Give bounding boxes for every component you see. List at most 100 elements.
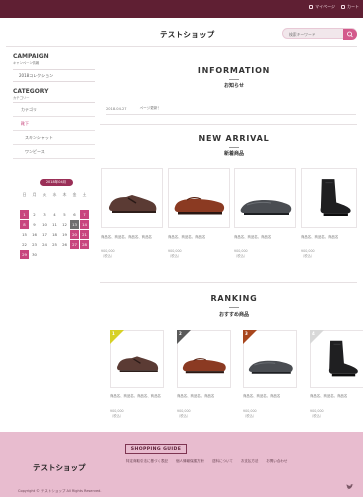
product-image[interactable]: [168, 168, 230, 228]
calendar-day: 3: [43, 212, 46, 217]
calendar-day: 13: [70, 220, 79, 229]
title-dash: [229, 307, 239, 308]
news-item[interactable]: 2018.04.27 ページ更新！: [106, 103, 356, 115]
cart-link[interactable]: カート: [341, 4, 359, 10]
calendar-day: 25: [52, 242, 57, 247]
new-arrival-subtitle: 新着商品: [223, 151, 244, 157]
header: テストショップ: [0, 18, 363, 46]
news-text[interactable]: ページ更新！: [140, 106, 162, 111]
rank-number: 1: [112, 331, 115, 336]
product-name[interactable]: 商品名、商品名、商品名: [301, 235, 363, 240]
calendar-day: 1: [20, 210, 29, 219]
campaign-item-label: 2018コレクション: [19, 72, 54, 78]
product-image[interactable]: [101, 168, 163, 228]
footer-link[interactable]: 個人情報保護方針: [176, 459, 204, 464]
calendar-day: 15: [22, 232, 27, 237]
calendar-day: 28: [80, 240, 89, 249]
calendar-title: 2018年04月: [39, 179, 73, 186]
footer-links: 特定商取引法に基づく表記 個人情報保護方針 送料について お支払方法 お問い合わ…: [126, 459, 287, 464]
product-image[interactable]: [234, 168, 296, 228]
product-price: ¥00,000（税込）: [234, 249, 248, 258]
category-item[interactable]: カテゴリ: [13, 103, 95, 117]
calendar-day: 9: [33, 222, 36, 227]
footer-link[interactable]: 送料について: [212, 459, 233, 464]
product-price: ¥00,000（税込）: [110, 409, 124, 418]
campaign-subtitle: キャンペーン情報: [13, 61, 40, 65]
product-price: ¥00,000（税込）: [301, 249, 315, 258]
calendar-day: 27: [70, 240, 79, 249]
calendar-day: [80, 250, 89, 259]
account-links: マイページ カート: [309, 4, 359, 10]
ranking-subtitle: おすすめ商品: [218, 312, 249, 318]
calendar-day: 29: [20, 250, 29, 259]
calendar-grid: 日 月 火 水 木 金 土 1 2 3 4 5 6 7 8 9 10 11 12 13 14 15 16 17 1…: [20, 190, 92, 259]
twitter-icon[interactable]: [346, 484, 354, 490]
section-divider: [100, 124, 357, 125]
calendar-day: [40, 200, 49, 209]
calendar-day: 21: [80, 230, 89, 239]
title-dash: [229, 79, 239, 80]
calendar-day: [70, 200, 79, 209]
product-name[interactable]: 商品名、商品名、商品名: [310, 394, 363, 399]
category-item[interactable]: スキンシャット: [13, 131, 95, 145]
mypage-link[interactable]: マイページ: [309, 4, 335, 10]
weekday: 土: [82, 192, 87, 197]
category-list: カテゴリ 靴下 スキンシャット ワンピース: [13, 102, 95, 159]
weekday: 木: [62, 192, 67, 197]
weekday: 日: [22, 192, 27, 197]
product-name[interactable]: 商品名、商品名、商品名、商品名: [101, 235, 167, 240]
new-arrival-title: NEW ARRIVAL: [198, 134, 270, 143]
top-bar: マイページ カート: [0, 0, 363, 18]
search-input[interactable]: [289, 31, 341, 38]
product-price: ¥00,000（税込）: [101, 249, 115, 258]
calendar-day: [70, 250, 79, 259]
calendar-day: [40, 250, 49, 259]
rank-badge: 1: [110, 330, 130, 350]
weekday: 金: [72, 192, 77, 197]
calendar-day: [30, 200, 39, 209]
footer-link[interactable]: 特定商取引法に基づく表記: [126, 459, 168, 464]
rank-number: 2: [179, 331, 182, 336]
product-image[interactable]: [301, 168, 357, 228]
weekday: 水: [52, 192, 57, 197]
calendar-day: 6: [73, 212, 76, 217]
product-price: ¥00,000（税込）: [243, 409, 257, 418]
product-price: ¥00,000（税込）: [310, 409, 324, 418]
user-icon: [309, 5, 314, 9]
product-name[interactable]: 商品名、商品名、商品名: [234, 235, 300, 240]
calendar-day: 5: [63, 212, 66, 217]
section-divider: [100, 282, 357, 283]
footer-shop-logo[interactable]: テストショップ: [33, 462, 86, 473]
calendar-day: 12: [62, 222, 67, 227]
rank-number: 4: [312, 331, 315, 336]
calendar-day: 26: [62, 242, 67, 247]
shop-logo[interactable]: テストショップ: [160, 29, 215, 40]
calendar-day: 20: [70, 230, 79, 239]
calendar-day: 23: [32, 242, 37, 247]
category-item[interactable]: ワンピース: [13, 145, 95, 159]
search-icon: [347, 31, 353, 37]
sidebar: CAMPAIGN キャンペーン情報 2018コレクション CATEGORY カテ…: [13, 53, 95, 159]
ranking-title: RANKING: [210, 294, 258, 303]
product-name[interactable]: 商品名、商品名、商品名: [243, 394, 309, 399]
category-item[interactable]: 靴下: [13, 117, 95, 131]
calendar-day: [50, 200, 59, 209]
footer-link[interactable]: お問い合わせ: [266, 459, 287, 464]
header-divider: [6, 46, 357, 47]
calendar-day: 7: [80, 210, 89, 219]
calendar-day: 14: [80, 220, 89, 229]
weekday: 火: [42, 192, 47, 197]
calendar-day: [20, 200, 29, 209]
calendar-day: [60, 250, 69, 259]
category-subtitle: カテゴリー: [13, 96, 30, 100]
footer-link[interactable]: お支払方法: [241, 459, 259, 464]
copyright: Copyright © テストショップ All Rights Reserved.: [18, 489, 102, 493]
product-name[interactable]: 商品名、商品名、商品名: [168, 235, 234, 240]
campaign-item[interactable]: 2018コレクション: [13, 69, 95, 82]
shopping-guide-title: SHOPPING GUIDE: [125, 444, 187, 454]
calendar-day: 30: [32, 252, 37, 257]
product-name[interactable]: 商品名、商品名、商品名: [177, 394, 243, 399]
product-name[interactable]: 商品名、商品名、商品名、商品名: [110, 394, 176, 399]
calendar-day: [60, 200, 69, 209]
search-button[interactable]: [343, 28, 357, 40]
